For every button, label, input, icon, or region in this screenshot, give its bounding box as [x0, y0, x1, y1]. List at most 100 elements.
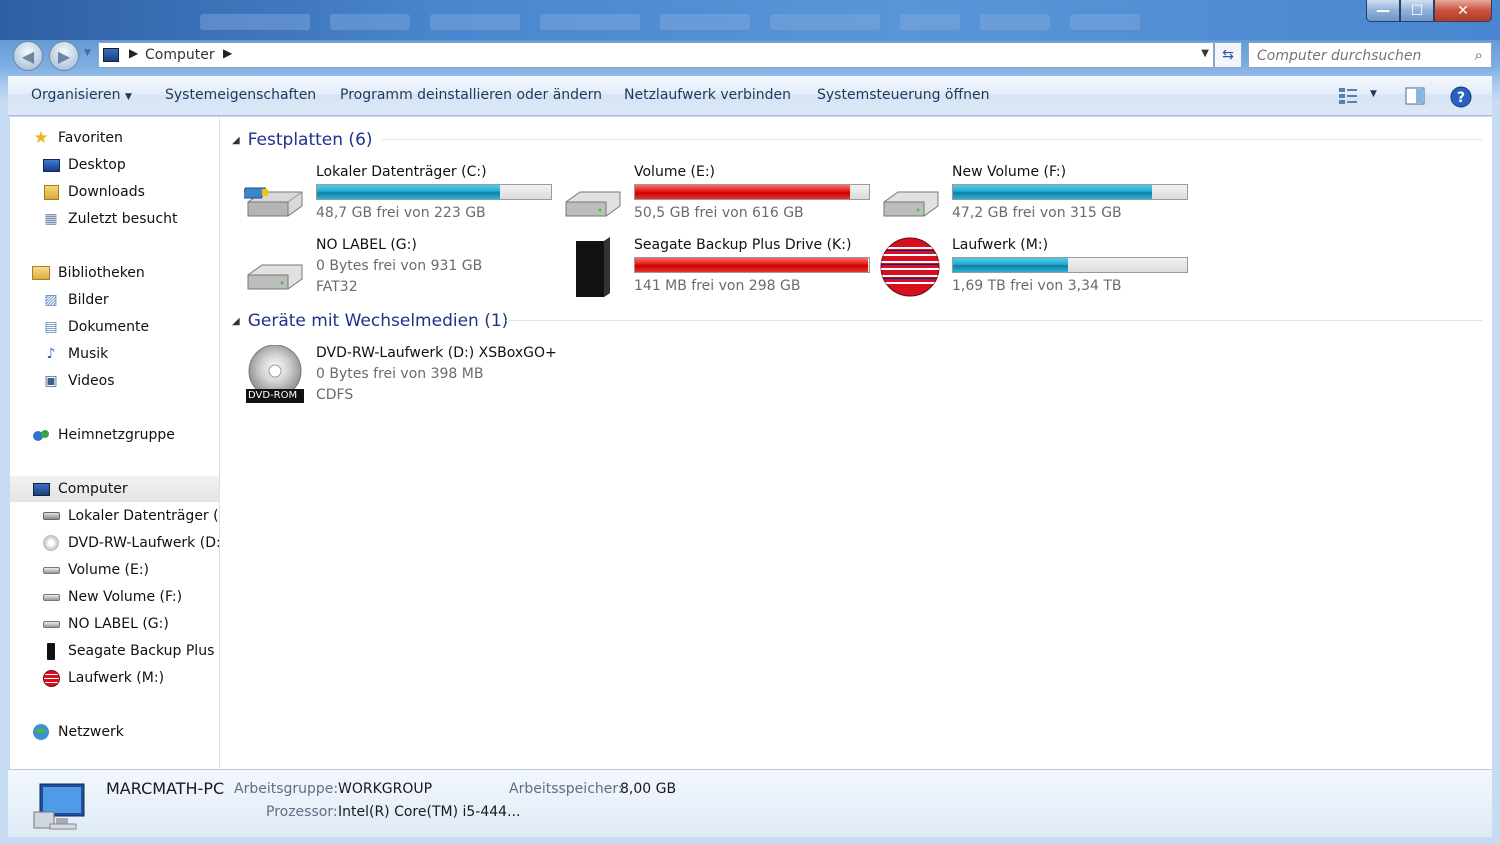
view-dropdown-icon[interactable]: ▼ — [1370, 89, 1377, 99]
help-icon[interactable]: ? — [1450, 86, 1472, 108]
nav-drive-d[interactable]: DVD-RW-Laufwerk (D:) — [42, 532, 219, 554]
forward-button[interactable]: ▶ — [49, 41, 79, 71]
open-control-panel-button[interactable]: Systemsteuerung öffnen — [817, 87, 990, 103]
search-input[interactable] — [1257, 45, 1467, 67]
free-space-text: 50,5 GB frei von 616 GB — [634, 205, 804, 221]
nav-computer[interactable]: Computer — [32, 478, 128, 500]
file-system-text: FAT32 — [316, 279, 358, 295]
red-globe-drive-icon — [880, 237, 940, 297]
videos-icon: ▣ — [44, 373, 58, 389]
nav-label: Zuletzt besucht — [68, 211, 178, 227]
refresh-button[interactable]: ⇆ — [1214, 42, 1242, 68]
drive-tile-d[interactable]: DVD-ROM DVD-RW-Laufwerk (D:) XSBoxGO+ 0 … — [244, 345, 564, 415]
usage-bar — [952, 184, 1188, 200]
usage-bar-fill — [317, 185, 500, 199]
chevron-right-icon[interactable]: ▶ — [129, 46, 138, 60]
network-icon — [32, 724, 50, 740]
drive-tile-f[interactable]: New Volume (F:) 47,2 GB frei von 315 GB — [880, 164, 1200, 228]
nav-drive-k[interactable]: Seagate Backup Plus Drive (K:) — [42, 640, 219, 662]
refresh-icon: ⇆ — [1222, 47, 1234, 63]
free-space-text: 47,2 GB frei von 315 GB — [952, 205, 1122, 221]
uninstall-program-button[interactable]: Programm deinstallieren oder ändern — [340, 87, 602, 103]
hard-drive-icon — [247, 264, 303, 290]
window-controls: — ☐ ✕ — [1366, 0, 1492, 22]
pictures-icon: ▨ — [44, 292, 58, 308]
group-header-hard-drives[interactable]: ◢ Festplatten (6) — [232, 128, 1482, 152]
nav-recent-places[interactable]: ▦ Zuletzt besucht — [42, 208, 177, 230]
nav-desktop[interactable]: Desktop — [42, 154, 126, 176]
drive-name: DVD-RW-Laufwerk (D:) XSBoxGO+ — [316, 345, 557, 361]
usage-bar-fill — [953, 258, 1068, 272]
nav-label: Dokumente — [68, 319, 150, 335]
nav-homegroup[interactable]: Heimnetzgruppe — [32, 424, 175, 446]
drive-tile-c[interactable]: Lokaler Datenträger (C:) 48,7 GB frei vo… — [244, 164, 564, 228]
drive-tile-g[interactable]: NO LABEL (G:) 0 Bytes frei von 931 GB FA… — [244, 237, 564, 307]
map-network-drive-button[interactable]: Netzlaufwerk verbinden — [624, 87, 791, 103]
back-button[interactable]: ◀ — [13, 41, 43, 71]
documents-icon: ▤ — [44, 319, 58, 335]
nav-network[interactable]: Netzwerk — [32, 721, 124, 743]
processor-label: Prozessor: — [266, 804, 338, 820]
nav-drive-f[interactable]: New Volume (F:) — [42, 586, 182, 608]
usage-bar — [952, 257, 1188, 273]
nav-label: Heimnetzgruppe — [58, 427, 175, 443]
organize-button[interactable]: Organisieren ▼ — [31, 87, 132, 103]
star-icon: ★ — [33, 128, 49, 148]
nav-label: NO LABEL (G:) — [68, 616, 169, 632]
drive-name: Volume (E:) — [634, 164, 716, 180]
drive-tile-e[interactable]: Volume (E:) 50,5 GB frei von 616 GB — [562, 164, 882, 228]
collapse-triangle-icon[interactable]: ◢ — [232, 316, 240, 327]
view-options-icon[interactable] — [1338, 86, 1360, 106]
address-bar[interactable]: ▶ Computer ▶ ▼ — [98, 42, 1214, 68]
free-space-text: 1,69 TB frei von 3,34 TB — [952, 278, 1122, 294]
group-header-removable[interactable]: ◢ Geräte mit Wechselmedien (1) — [232, 309, 1482, 333]
computer-name: MARCMATH-PC — [106, 779, 225, 798]
nav-drive-e[interactable]: Volume (E:) — [42, 559, 149, 581]
nav-drive-g[interactable]: NO LABEL (G:) — [42, 613, 169, 635]
command-bar: Organisieren ▼ Systemeigenschaften Progr… — [8, 76, 1492, 116]
nav-label: Musik — [68, 346, 109, 362]
search-box[interactable]: ⌕ — [1248, 42, 1492, 68]
minimize-button[interactable]: — — [1366, 0, 1400, 22]
nav-drive-c[interactable]: Lokaler Datenträger (C:) — [42, 505, 219, 527]
nav-drive-m[interactable]: Laufwerk (M:) — [42, 667, 164, 689]
system-properties-button[interactable]: Systemeigenschaften — [165, 87, 316, 103]
blurred-taskbar-item — [430, 14, 520, 30]
external-drive-icon — [576, 237, 610, 297]
nav-label: Computer — [58, 481, 128, 497]
desktop-icon — [42, 157, 60, 173]
maximize-button[interactable]: ☐ — [1400, 0, 1434, 22]
drive-name: Seagate Backup Plus Drive (K:) — [634, 237, 852, 253]
explorer-window: — ☐ ✕ ◀ ▶ ▼ ▶ Computer ▶ ▼ ⇆ ⌕ Organisie… — [0, 0, 1500, 844]
nav-libraries[interactable]: Bibliotheken — [32, 262, 145, 284]
nav-music[interactable]: ♪ Musik — [42, 343, 109, 365]
drive-tile-m[interactable]: Laufwerk (M:) 1,69 TB frei von 3,34 TB — [880, 237, 1200, 301]
collapse-triangle-icon[interactable]: ◢ — [232, 135, 240, 146]
nav-pictures[interactable]: ▨ Bilder — [42, 289, 109, 311]
title-bar[interactable]: — ☐ ✕ — [0, 0, 1500, 40]
nav-label: Desktop — [68, 157, 126, 173]
system-drive-icon — [42, 508, 60, 524]
blurred-taskbar-item — [900, 14, 960, 30]
drive-tile-k[interactable]: Seagate Backup Plus Drive (K:) 141 MB fr… — [562, 237, 882, 301]
address-dropdown-icon[interactable]: ▼ — [1201, 48, 1209, 59]
nav-documents[interactable]: ▤ Dokumente — [42, 316, 149, 338]
breadcrumb-computer[interactable]: Computer — [145, 47, 215, 63]
nav-downloads[interactable]: Downloads — [42, 181, 145, 203]
nav-label: Bilder — [68, 292, 109, 308]
memory-label: Arbeitsspeicher: — [509, 781, 623, 797]
navigation-pane: ★ Favoriten Desktop Downloads ▦ Zuletzt be… — [10, 117, 220, 769]
nav-videos[interactable]: ▣ Videos — [42, 370, 114, 392]
nav-favorites[interactable]: ★ Favoriten — [32, 127, 122, 149]
drive-name: NO LABEL (G:) — [316, 237, 417, 253]
group-divider — [506, 320, 1482, 321]
recent-places-icon: ▦ — [44, 211, 58, 227]
preview-pane-icon[interactable] — [1404, 86, 1426, 106]
nav-label: Lokaler Datenträger (C:) — [68, 508, 219, 524]
search-icon[interactable]: ⌕ — [1475, 46, 1483, 64]
close-button[interactable]: ✕ — [1434, 0, 1492, 22]
nav-label: Bibliotheken — [58, 265, 145, 281]
chevron-right-icon[interactable]: ▶ — [223, 46, 232, 60]
blurred-taskbar-item — [770, 14, 880, 30]
recent-pages-dropdown[interactable]: ▼ — [84, 48, 91, 58]
